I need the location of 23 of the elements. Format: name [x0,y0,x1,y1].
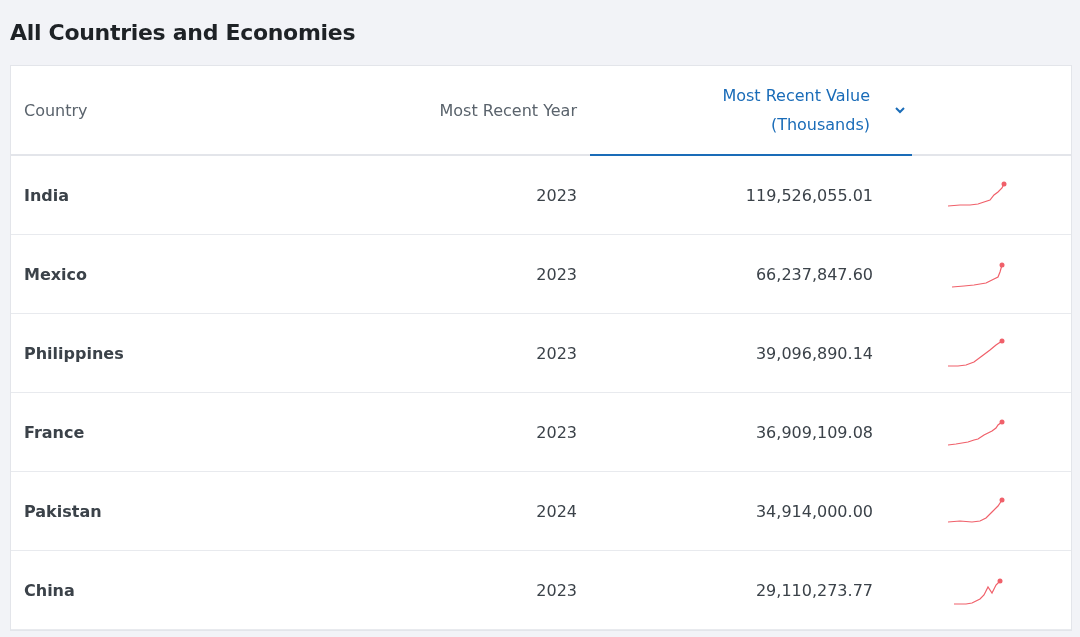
chevron-down-icon [894,106,906,114]
value-cell: 34,914,000.00 [755,501,873,521]
value-cell: 119,526,055.01 [745,185,873,205]
value-cell: 36,909,109.08 [755,422,873,442]
sorted-column-header[interactable]: Most Recent Value (Thousands) [680,81,870,139]
year-cell: 2023 [536,185,577,205]
year-cell: 2023 [536,264,577,284]
value-cell: 29,110,273.77 [755,580,873,600]
country-name: India [24,185,70,205]
year-cell: 2023 [536,422,577,442]
column-header[interactable]: Country [24,95,88,125]
year-cell: 2024 [536,501,577,521]
year-cell: 2023 [536,343,577,363]
column-header[interactable]: Most Recent Year [439,95,577,125]
country-name: Pakistan [24,501,102,521]
value-cell: 39,096,890.14 [755,343,873,363]
year-cell: 2023 [536,580,577,600]
page-title: All Countries and Economies [10,20,357,45]
country-name: Philippines [24,343,124,363]
country-name: China [24,580,75,600]
country-name: Mexico [24,264,88,284]
country-name: France [24,422,85,442]
value-cell: 66,237,847.60 [755,264,873,284]
